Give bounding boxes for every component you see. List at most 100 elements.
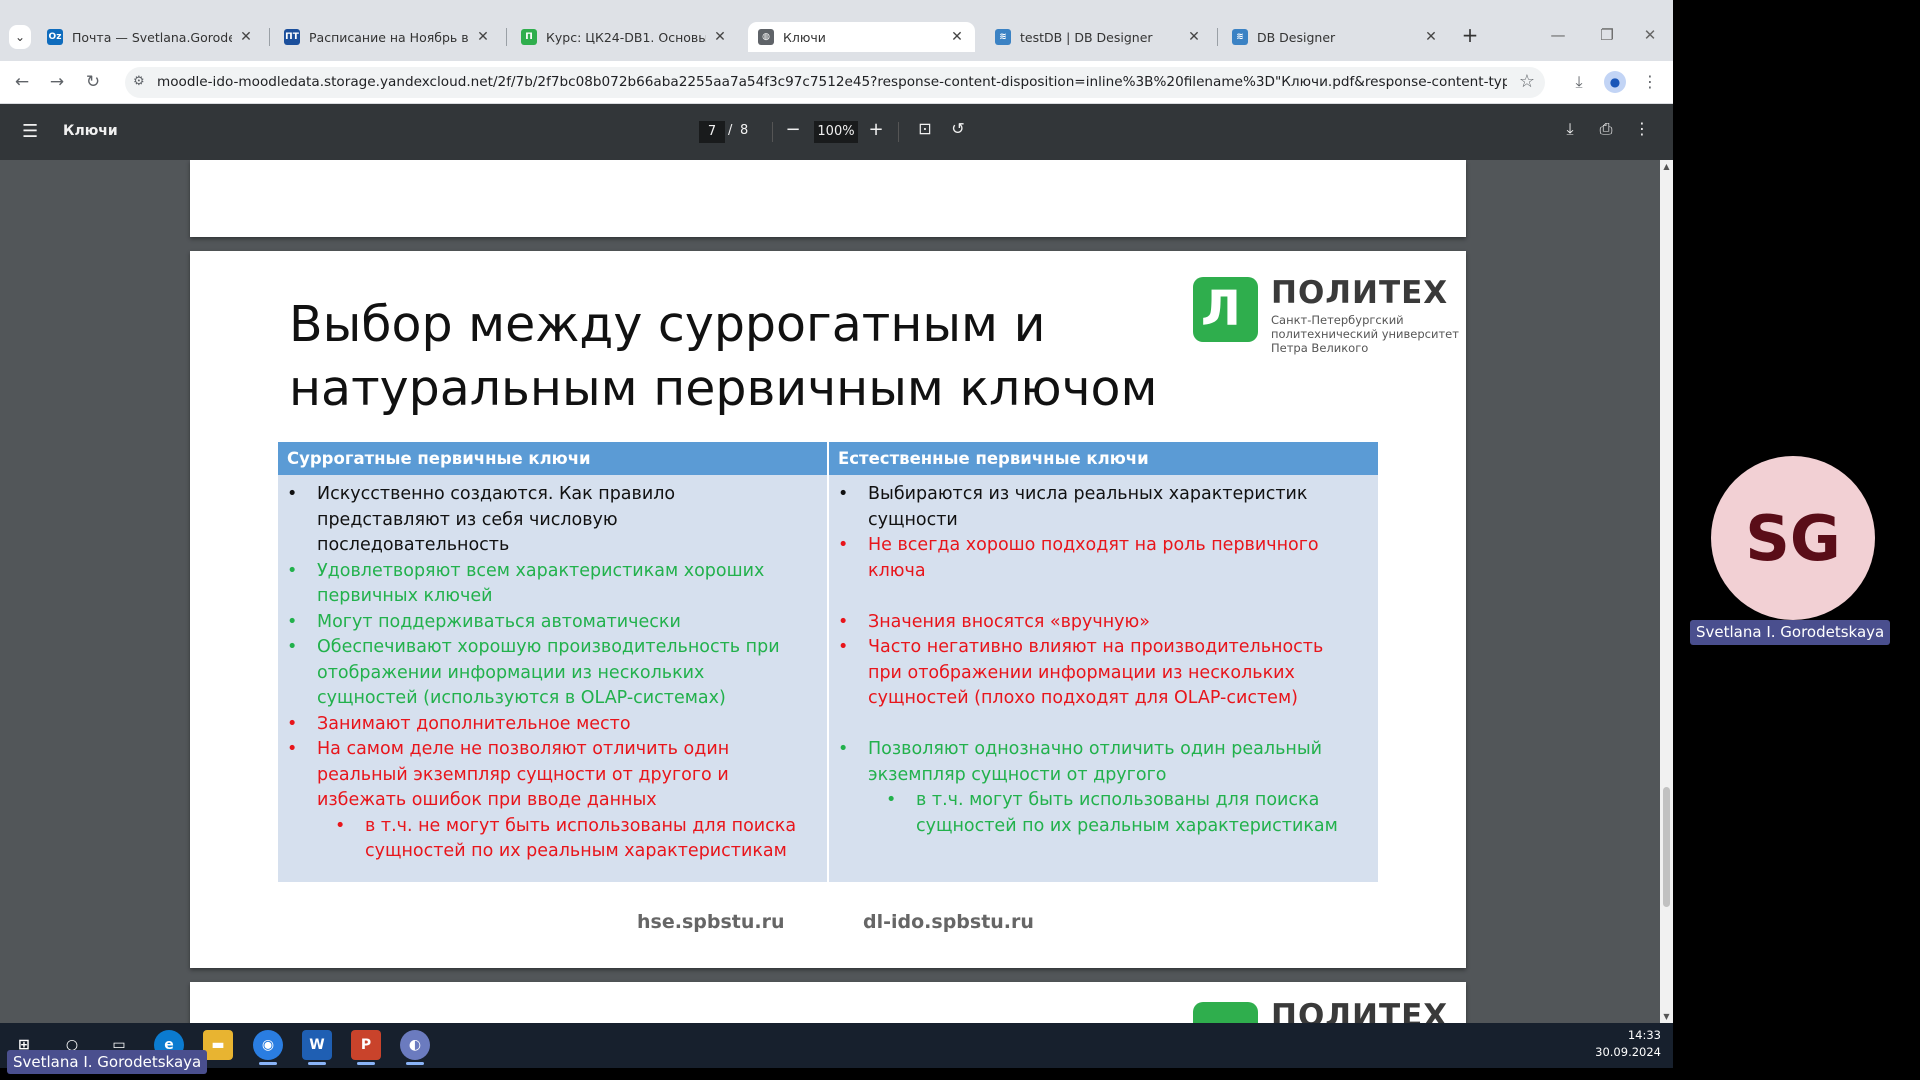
table-item-text: в т.ч. могут быть использованы для поиск… [916, 790, 1338, 836]
bullet-icon: • [838, 739, 849, 759]
bullet-icon: • [287, 560, 298, 581]
chrome-icon[interactable]: ◉ [253, 1030, 283, 1065]
clock-time: 14:33 [1627, 1028, 1661, 1042]
pdf-title: Ключи [63, 123, 118, 139]
profile-avatar[interactable]: ● [1604, 71, 1626, 93]
table-item-text: Могут поддерживаться автоматически [317, 611, 681, 632]
table-item: • Обеспечивают хорошую производительность… [278, 635, 808, 712]
address-bar[interactable]: ⚙ moodle-ido-moodledata.storage.yandexcl… [125, 67, 1545, 98]
browser-tab[interactable]: ◍ Ключи ✕ [748, 22, 975, 52]
file-explorer-icon[interactable]: ▬ [203, 1030, 233, 1060]
tab-close-icon[interactable]: ✕ [238, 29, 254, 45]
browser-toolbar: ← → ↻ ⚙ moodle-ido-moodledata.storage.ya… [0, 61, 1673, 104]
natural-header: Естественные первичные ключи [829, 442, 1378, 475]
polytech-logo: Л ПОЛИТЕХ Санкт-Петербургский политехнич… [1193, 275, 1463, 355]
tab-close-icon[interactable]: ✕ [475, 29, 491, 45]
pdf-more-icon[interactable]: ⋮ [1631, 119, 1653, 138]
bullet-icon: • [287, 637, 298, 657]
logo-subtitle: Санкт-Петербургский политехнический унив… [1271, 313, 1461, 355]
restore-button[interactable]: ❐ [1595, 26, 1619, 44]
print-icon[interactable]: ⎙ [1595, 119, 1617, 139]
table-item-text: Выбираются из числа реальных характерист… [868, 484, 1308, 530]
table-item-text: Часто негативно влияют на производительн… [868, 637, 1324, 708]
tab-close-icon[interactable]: ✕ [1423, 29, 1439, 45]
table-item: • Выбираются из числа реальных характерис… [829, 482, 1359, 533]
minimize-button[interactable]: — [1546, 26, 1570, 44]
bullet-icon: • [287, 713, 298, 734]
table-item-text: Позволяют однозначно отличить один реаль… [868, 739, 1323, 785]
table-item-text: в т.ч. не могут быть использованы для по… [365, 815, 797, 862]
table-sub-item: • в т.ч. могут быть использованы для поис… [829, 788, 1359, 839]
browser-tab[interactable]: П Курс: ЦК24-DB1. Основы про ✕ [511, 22, 738, 52]
tab-search-button[interactable]: ⌄ [9, 25, 31, 49]
scroll-thumb[interactable] [1663, 787, 1670, 907]
bullet-icon: • [838, 535, 849, 555]
tab-label: Почта — Svetlana.Gorodetskay [72, 29, 232, 45]
table-item-text: Занимают дополнительное место [317, 713, 631, 734]
table-item: • Искусственно создаются. Как правило пре… [278, 482, 808, 559]
schedule-icon: ПТ [284, 29, 300, 45]
comparison-table: Суррогатные первичные ключи Естественные… [278, 442, 1378, 882]
pdf-page-current: Выбор между суррогатным и натуральным пе… [190, 251, 1466, 968]
clock-date: 30.09.2024 [1595, 1045, 1661, 1059]
fit-page-icon[interactable]: ⊡ [914, 119, 936, 138]
forward-icon[interactable]: → [46, 71, 68, 93]
downloads-icon[interactable]: ⤓ [1568, 71, 1590, 93]
browser-tab[interactable]: ≋ DB Designer ✕ [1222, 22, 1449, 52]
zoom-out-icon[interactable]: − [782, 119, 804, 140]
meeting-app-icon[interactable]: ◐ [400, 1030, 430, 1065]
browser-menu-icon[interactable]: ⋮ [1639, 71, 1661, 93]
table-item-text: Искусственно создаются. Как правило пред… [317, 484, 676, 555]
tab-close-icon[interactable]: ✕ [949, 29, 965, 45]
scroll-down-icon[interactable]: ▼ [1662, 1012, 1671, 1021]
site-settings-icon[interactable]: ⚙ [133, 74, 145, 89]
table-item-text: Удовлетворяют всем характеристикам хорош… [317, 560, 765, 607]
bullet-icon: • [886, 790, 897, 810]
moodle-icon: П [521, 29, 537, 45]
zoom-in-icon[interactable]: + [865, 119, 887, 140]
pdf-scrollbar[interactable]: ▲ ▼ [1660, 160, 1673, 1023]
zoom-input[interactable]: 100% [814, 121, 858, 143]
scroll-up-icon[interactable]: ▲ [1662, 162, 1671, 171]
dbdesigner-icon: ≋ [1232, 29, 1248, 45]
tab-label: testDB | DB Designer [1020, 29, 1153, 45]
bookmark-star-icon[interactable]: ☆ [1519, 71, 1535, 92]
pdf-page-next: ПОЛИТЕХ [190, 982, 1466, 1023]
menu-icon[interactable]: ☰ [22, 121, 38, 142]
tab-separator [506, 28, 507, 46]
download-icon[interactable]: ⤓ [1559, 119, 1581, 139]
table-item: • Часто негативно влияют на производитель… [829, 635, 1359, 712]
natural-column: • Выбираются из числа реальных характерис… [829, 482, 1359, 839]
logo-subtitle-line: Петра Великого [1271, 341, 1369, 355]
logo-subtitle-line: Санкт-Петербургский [1271, 313, 1404, 327]
table-item: • Занимают дополнительное место [278, 712, 808, 738]
surrogate-header: Суррогатные первичные ключи [278, 442, 827, 475]
reload-icon[interactable]: ↻ [82, 71, 104, 93]
slide-title: Выбор между суррогатным и натуральным пе… [289, 293, 1189, 421]
tab-close-icon[interactable]: ✕ [712, 29, 728, 45]
bullet-icon: • [287, 611, 298, 632]
slide-title-line: Выбор между суррогатным и [289, 296, 1046, 353]
taskbar: ⊞ ○ ▭ e ▬ ◉ W P ◐ 14:33 30.09.2024 [0, 1023, 1673, 1068]
word-icon[interactable]: W [302, 1030, 332, 1065]
bullet-icon: • [287, 484, 298, 504]
powerpoint-icon[interactable]: P [351, 1030, 381, 1065]
participant-name: Svetlana I. Gorodetskaya [1690, 620, 1891, 645]
tab-close-icon[interactable]: ✕ [1186, 29, 1202, 45]
browser-tab[interactable]: ПТ Расписание на Ноябрь в ВИШ ✕ [274, 22, 501, 52]
page-number-input[interactable]: 7 [699, 121, 725, 143]
close-window-button[interactable]: ✕ [1638, 26, 1662, 44]
browser-tab[interactable]: ≋ testDB | DB Designer ✕ [985, 22, 1212, 52]
table-item: • Не всегда хорошо подходят на роль перви… [829, 533, 1359, 584]
tab-label: Курс: ЦК24-DB1. Основы про [546, 29, 706, 45]
rotate-icon[interactable]: ↺ [947, 119, 969, 138]
new-tab-button[interactable]: + [1460, 24, 1480, 48]
browser-tab[interactable]: Oz Почта — Svetlana.Gorodetskay ✕ [37, 22, 264, 52]
pdf-page-previous [190, 160, 1466, 237]
system-clock[interactable]: 14:33 30.09.2024 [1595, 1027, 1661, 1061]
footer-link-hse: hse.spbstu.ru [637, 911, 785, 933]
pdf-viewport[interactable]: Выбор между суррогатным и натуральным пе… [0, 160, 1660, 1023]
tab-separator [1217, 28, 1218, 46]
back-icon[interactable]: ← [11, 71, 33, 93]
url-text[interactable]: moodle-ido-moodledata.storage.yandexclou… [157, 74, 1507, 90]
